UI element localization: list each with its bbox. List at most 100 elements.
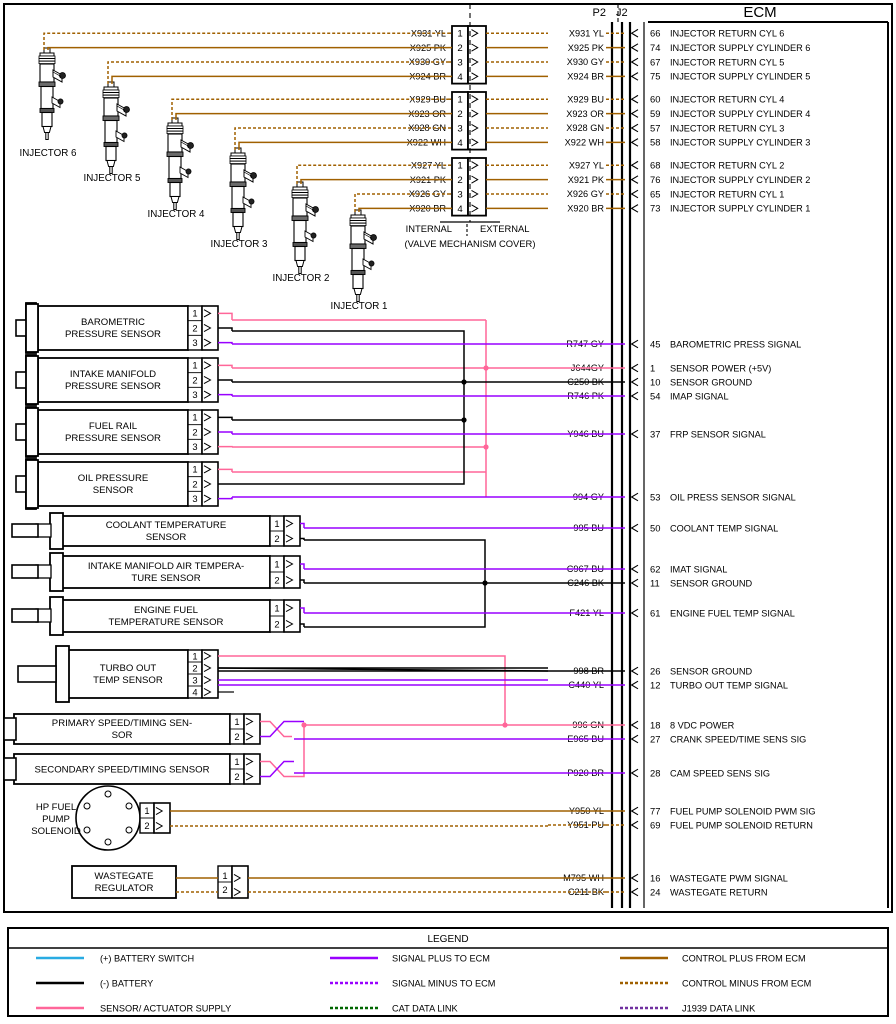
sensor-name-line: INTAKE MANIFOLD bbox=[70, 369, 156, 380]
ecm-function-label: INJECTOR RETURN CYL 2 bbox=[670, 161, 784, 171]
sensor-pin-number: 2 bbox=[192, 426, 197, 437]
injector-label: INJECTOR 1 bbox=[331, 301, 388, 312]
sensor-mount-stud bbox=[11, 523, 39, 538]
solenoid-bolt-hole bbox=[104, 838, 112, 846]
sensor-mount-flange bbox=[25, 459, 39, 509]
wiring-diagram-svg: P2 J2 ECM1X931 YL X931 YL 66 INJECTOR RETURN … bbox=[0, 0, 896, 1024]
ecm-pin-number: 45 bbox=[650, 338, 660, 349]
ecm-function-label: INJECTOR SUPPLY CYLINDER 4 bbox=[670, 109, 810, 119]
sensor-name-line: TURE SENSOR bbox=[131, 573, 200, 584]
sensor-name-line: TURBO OUT bbox=[100, 663, 157, 674]
ecm-function-label: BAROMETRIC PRESS SIGNAL bbox=[670, 339, 801, 349]
legend-item-label: CONTROL PLUS FROM ECM bbox=[682, 953, 806, 963]
internal-label: INTERNAL bbox=[406, 223, 452, 234]
solenoid-bolt-hole bbox=[83, 802, 91, 810]
sensor-name-line: SOLENOID bbox=[31, 826, 81, 837]
sensor-pin-number: 2 bbox=[222, 884, 227, 895]
ecm-pin-number: 75 bbox=[650, 71, 660, 82]
junction-dot bbox=[483, 444, 489, 450]
junction-dot bbox=[483, 365, 489, 371]
ecm-pin-number: 74 bbox=[650, 42, 660, 53]
sensor-name-line: SENSOR bbox=[146, 532, 187, 543]
ecm-function-label: CAM SPEED SENS SIG bbox=[670, 768, 770, 778]
sensor-mount-stud bbox=[11, 564, 39, 579]
legend-item-label: (-) BATTERY bbox=[100, 978, 153, 988]
ecm-title: ECM bbox=[743, 4, 776, 21]
ecm-pin-number: 16 bbox=[650, 872, 660, 883]
ecm-pin-number: 65 bbox=[650, 188, 660, 199]
ecm-pin-number: 62 bbox=[650, 563, 660, 574]
sensor-block: 1 2 3 bbox=[25, 458, 219, 510]
legend-item-label: CAT DATA LINK bbox=[392, 1003, 459, 1013]
sensor-pin-number: 1 bbox=[274, 558, 279, 569]
ecm-function-label: INJECTOR SUPPLY CYLINDER 5 bbox=[670, 72, 810, 82]
ecm-pin-number: 60 bbox=[650, 94, 660, 105]
wiring-diagram-page: P2 J2 ECM 1 X931 YL X931 YL 66 INJECTOR RETURN … bbox=[0, 0, 896, 1024]
wire-label-ecm: X931 YL bbox=[569, 28, 604, 38]
ecm-pin-number: 18 bbox=[650, 719, 660, 730]
ecm-pin-number: 67 bbox=[650, 56, 660, 67]
sensor-mount-stud bbox=[11, 608, 39, 623]
sensor-mount-flange bbox=[25, 355, 39, 405]
wire-label-ecm: X923 OR bbox=[566, 109, 604, 119]
solenoid-bolt-hole bbox=[125, 802, 133, 810]
sensor-pin-number: 2 bbox=[192, 478, 197, 489]
ecm-pin-number: 66 bbox=[650, 28, 660, 39]
sensor-name-line: PRESSURE SENSOR bbox=[65, 329, 161, 340]
sensor-pin-number: 3 bbox=[192, 389, 197, 400]
wire-label-ecm: X925 PK bbox=[568, 43, 605, 53]
sensor-pin-number: 1 bbox=[192, 464, 197, 475]
ecm-function-label: INJECTOR RETURN CYL 5 bbox=[670, 57, 784, 67]
legend-item-label: J1939 DATA LINK bbox=[682, 1003, 756, 1013]
sensor-pin-number: 1 bbox=[192, 308, 197, 319]
ecm-function-label: IMAT SIGNAL bbox=[670, 564, 727, 574]
ecm-pin-number: 59 bbox=[650, 108, 660, 119]
sensor-name-line: WASTEGATE bbox=[94, 871, 153, 882]
ecm-function-label: SENSOR POWER (+5V) bbox=[670, 363, 771, 373]
sensor-pin-number: 1 bbox=[234, 716, 239, 727]
sensor-name-line: PUMP bbox=[42, 814, 70, 825]
wastegate-connector-terminal-box bbox=[231, 865, 249, 899]
connector-pin-number: 4 bbox=[457, 204, 463, 215]
sensor-pin-number: 2 bbox=[274, 533, 279, 544]
injector-label: INJECTOR 6 bbox=[20, 148, 78, 159]
sensor-pin-number: 1 bbox=[192, 360, 197, 371]
ecm-pin-number: 69 bbox=[650, 819, 660, 830]
wire-label-ecm: X928 GN bbox=[566, 123, 604, 133]
sensor-mount-flange bbox=[49, 596, 64, 636]
ecm-pin-number: 76 bbox=[650, 174, 660, 185]
sensor-pin-number: 3 bbox=[192, 674, 197, 685]
ecm-pin-number: 12 bbox=[650, 679, 660, 690]
junction-dot bbox=[461, 379, 467, 385]
wire-label-ecm: X929 BU bbox=[567, 94, 604, 104]
sensor-pin-number: 2 bbox=[192, 662, 197, 673]
sensor-pin-number: 1 bbox=[274, 518, 279, 529]
ecm-function-label: SENSOR GROUND bbox=[670, 666, 753, 676]
ecm-function-label: COOLANT TEMP SIGNAL bbox=[670, 523, 778, 533]
sensor-name-line: INTAKE MANIFOLD AIR TEMPERA- bbox=[88, 561, 244, 572]
ecm-function-label: INJECTOR SUPPLY CYLINDER 1 bbox=[670, 204, 810, 214]
sensor-pin-number: 2 bbox=[274, 574, 279, 585]
injector-connector-terminal-box bbox=[467, 91, 487, 151]
sensor-mount-flange bbox=[25, 407, 39, 457]
sensor-name-line: SENSOR bbox=[93, 485, 134, 496]
ecm-pin-number: 61 bbox=[650, 607, 660, 618]
ecm-pin-number: 37 bbox=[650, 428, 660, 439]
sensor-name-line: TEMPERATURE SENSOR bbox=[109, 617, 224, 628]
sensor-name-line: TEMP SENSOR bbox=[93, 675, 163, 686]
ecm-pin-number: 53 bbox=[650, 491, 660, 502]
junction-dot bbox=[502, 722, 508, 728]
sensor-name-line: COOLANT TEMPERATURE bbox=[106, 520, 226, 531]
ecm-function-label: FUEL PUMP SOLENOID PWM SIG bbox=[670, 806, 816, 816]
legend-item-label: (+) BATTERY SWITCH bbox=[100, 953, 194, 963]
valve-cover-note: (VALVE MECHANISM COVER) bbox=[405, 238, 536, 249]
connector-pin-number: 1 bbox=[457, 95, 462, 106]
connector-pin-number: 1 bbox=[457, 29, 462, 40]
sensor-pin-number: 1 bbox=[222, 870, 227, 881]
solenoid-bolt-hole bbox=[125, 826, 133, 834]
legend-item-label: SIGNAL MINUS TO ECM bbox=[392, 978, 495, 988]
junction-dot bbox=[461, 417, 467, 423]
sensor-mount-stud bbox=[3, 757, 17, 781]
injector-connector-terminal-box bbox=[467, 25, 487, 85]
sensor-name-line: PRESSURE SENSOR bbox=[65, 381, 161, 392]
